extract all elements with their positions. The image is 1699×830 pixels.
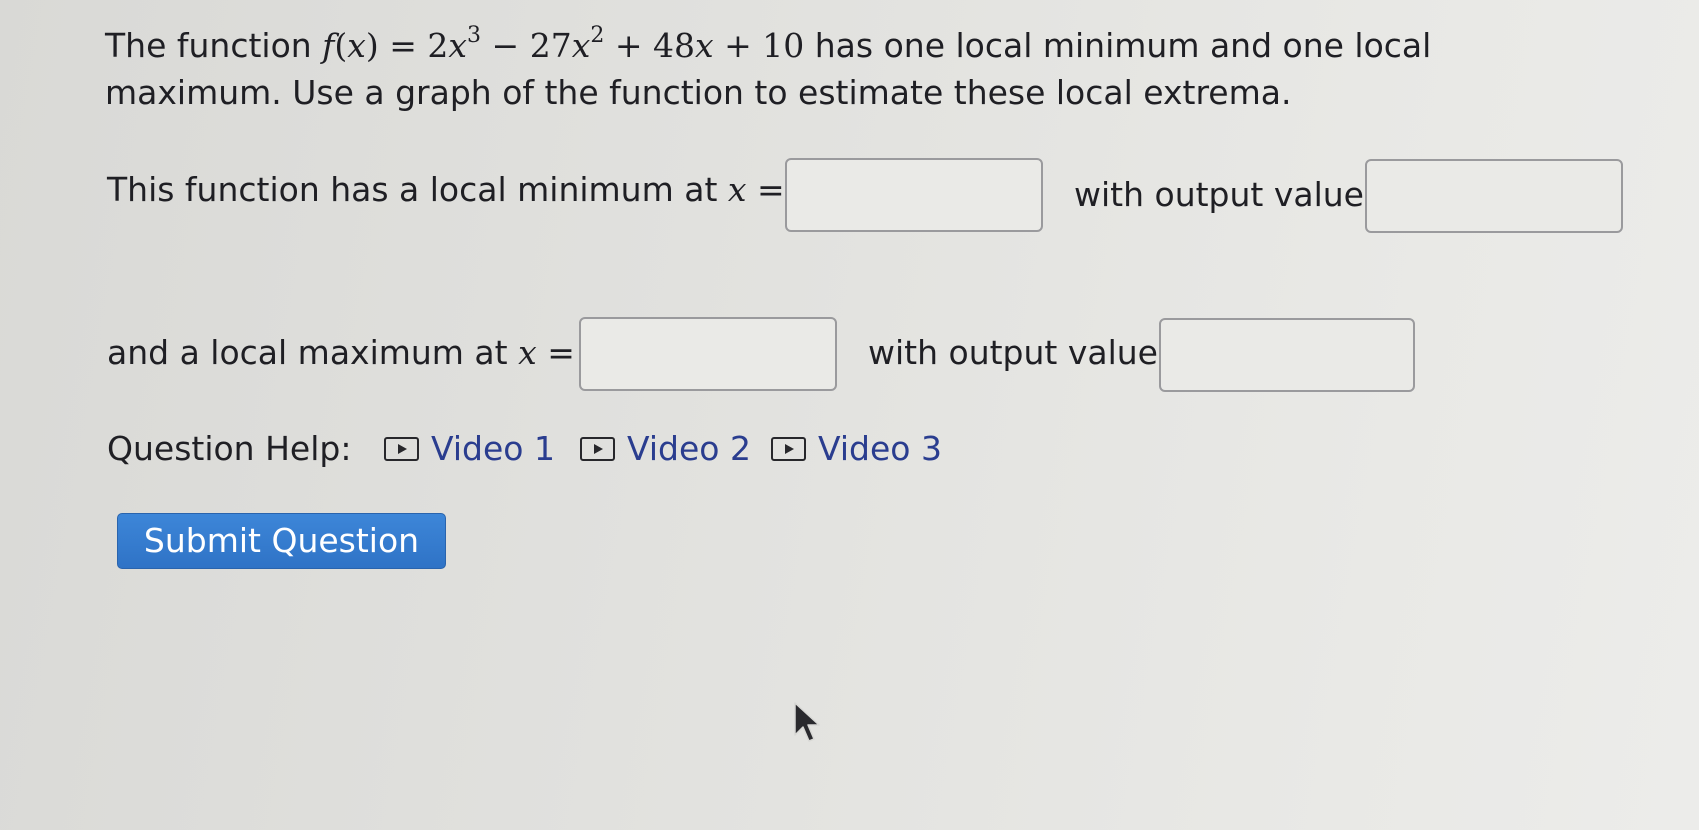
question-line-1: The function f(x) = 2x3 − 27x2 + 48x + 1… — [105, 23, 1432, 66]
video-2-label: Video 2 — [627, 429, 751, 468]
video-2-link[interactable]: Video 2 — [580, 429, 751, 469]
term-plus-1: + — [614, 26, 643, 65]
minimum-x-input[interactable] — [785, 158, 1043, 232]
term-constant: 10 — [762, 26, 805, 65]
term-coef-2: 27 — [529, 26, 572, 65]
maximum-prefix: and a local maximum at — [107, 333, 508, 372]
video-3-link[interactable]: Video 3 — [771, 429, 942, 469]
function-variable: x — [347, 26, 366, 65]
maximum-output-input[interactable] — [1159, 318, 1415, 392]
minimum-output-label: with output value — [1074, 175, 1364, 214]
video-1-link[interactable]: Video 1 — [384, 429, 555, 469]
term-coef-1: 2 — [427, 26, 449, 65]
term-exp-1: 3 — [467, 23, 482, 48]
maximum-equals: = — [547, 333, 575, 372]
play-icon — [580, 437, 615, 461]
video-1-label: Video 1 — [431, 429, 555, 468]
play-icon — [384, 437, 419, 461]
term-coef-3: 48 — [652, 26, 695, 65]
minimum-var: x — [727, 170, 747, 209]
mouse-pointer-icon — [794, 702, 820, 742]
play-icon — [771, 437, 806, 461]
term-var-1: x — [448, 26, 468, 65]
maximum-prefix-text: and a local maximum at x = — [107, 333, 575, 373]
term-var-3: x — [694, 26, 714, 65]
question-after-function: has one local minimum and one local — [814, 26, 1432, 65]
maximum-x-input[interactable] — [579, 317, 837, 391]
term-exp-2: 2 — [590, 23, 605, 48]
minimum-equals: = — [757, 170, 785, 209]
video-3-label: Video 3 — [818, 429, 942, 468]
function-name: f — [322, 26, 335, 65]
question-help-label: Question Help: — [107, 429, 352, 468]
question-intro: The function — [105, 26, 312, 65]
maximum-var: x — [518, 333, 537, 372]
minimum-prefix-text: This function has a local minimum at x = — [107, 170, 785, 210]
function-equals: = — [389, 26, 417, 65]
minimum-output-input[interactable] — [1365, 159, 1623, 233]
question-line-2: maximum. Use a graph of the function to … — [105, 73, 1292, 112]
term-var-2: x — [571, 26, 591, 65]
minimum-prefix: This function has a local minimum at — [107, 170, 718, 209]
submit-question-button[interactable]: Submit Question — [117, 513, 446, 569]
term-minus: − — [491, 26, 520, 65]
maximum-output-label: with output value — [868, 333, 1158, 372]
term-plus-2: + — [724, 26, 752, 65]
